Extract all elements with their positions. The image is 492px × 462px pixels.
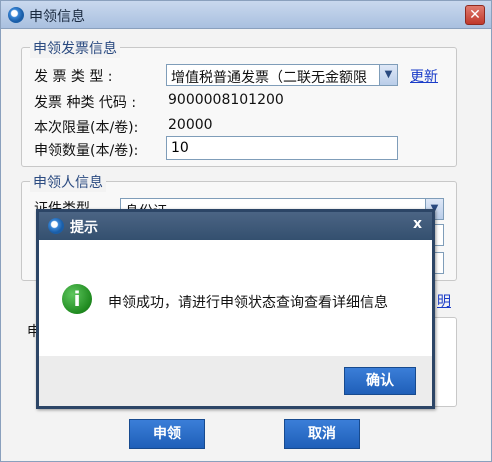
app-logo-icon [8,7,24,23]
cancel-button[interactable]: 取消 [284,419,360,449]
dialog-footer: 确认 [39,356,432,406]
chevron-down-icon[interactable]: ▼ [379,65,397,85]
dialog-title: 提示 [70,220,98,236]
dialog-message: 申领成功，请进行申领状态查询查看详细信息 [108,295,388,311]
limit-label: 本次限量(本/卷): [34,120,139,136]
limit-value: 20000 [168,117,213,133]
invoice-info-group-title: 申领发票信息 [30,38,120,58]
quantity-label: 申领数量(本/卷): [34,143,139,159]
window-titlebar: 申领信息 ✕ [1,1,491,29]
applicant-info-group-title: 申领人信息 [30,172,106,192]
window-close-button[interactable]: ✕ [465,5,485,25]
window-title: 申领信息 [29,9,85,25]
invoice-code-label: 发票 种类 代码 : [34,95,137,111]
dialog-body: i 申领成功，请进行申领状态查询查看详细信息 [39,240,432,356]
info-icon: i [62,284,92,314]
detail-link[interactable]: 明 [437,291,451,311]
invoice-info-group: 申领发票信息 发 票 类 型 : 增值税普通发票（二联无金额限 ▼ 更新 发票 … [21,38,457,167]
dialog-close-button[interactable]: x [413,216,422,232]
app-logo-icon [48,218,64,234]
confirm-button[interactable]: 确认 [344,367,416,395]
quantity-input[interactable] [166,136,398,160]
dialog-titlebar: 提示 x [39,212,432,240]
prompt-dialog: 提示 x i 申领成功，请进行申领状态查询查看详细信息 确认 [36,209,435,409]
apply-button[interactable]: 申领 [129,419,205,449]
invoice-type-label: 发 票 类 型 : [34,69,113,85]
invoice-code-value: 9000008101200 [168,92,284,108]
invoice-type-value: 增值税普通发票（二联无金额限 [171,70,367,86]
invoice-type-select[interactable]: 增值税普通发票（二联无金额限 ▼ [166,64,398,86]
refresh-link[interactable]: 更新 [410,66,438,86]
